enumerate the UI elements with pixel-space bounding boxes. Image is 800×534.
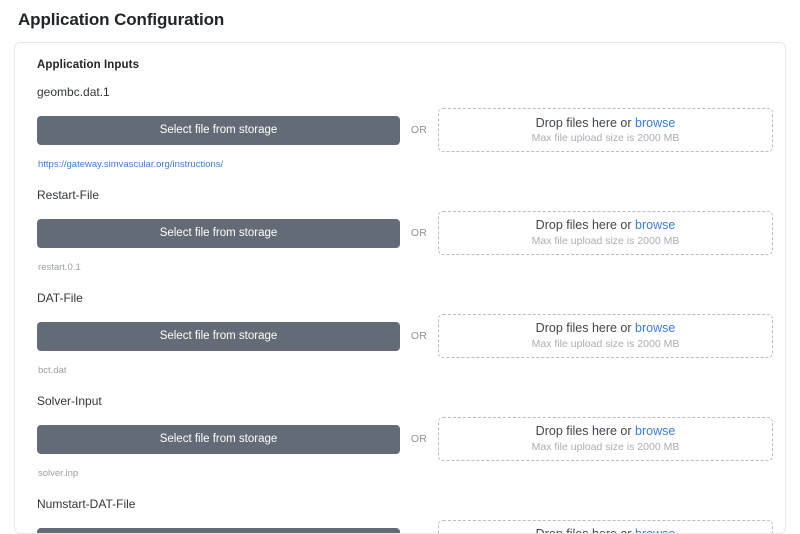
file-input-controls: Select file from storage OR Drop files h… — [37, 108, 773, 153]
browse-link[interactable]: browse — [635, 424, 675, 438]
dropzone-max-size-label: Max file upload size is 2000 MB — [531, 235, 680, 248]
dropzone-max-size-label: Max file upload size is 2000 MB — [531, 132, 680, 145]
section-title-application-inputs: Application Inputs — [37, 58, 140, 71]
dropzone-max-size-label: Max file upload size is 2000 MB — [531, 440, 680, 453]
dropzone-primary-text: Drop files here or browse — [536, 116, 676, 132]
file-input-controls: Select file from storage OR Drop files h… — [37, 211, 773, 256]
file-dropzone[interactable]: Drop files here or browse Max file uploa… — [438, 314, 773, 359]
dropzone-prefix-label: Drop files here or — [535, 424, 636, 439]
select-file-from-storage-button[interactable]: Select file from storage — [37, 218, 400, 248]
file-input-label: Solver-Input — [37, 393, 102, 408]
application-configuration-page: Application Configuration Application In… — [0, 0, 800, 534]
browse-link[interactable]: browse — [635, 321, 675, 335]
file-input-label: Numstart-DAT-File — [37, 496, 136, 511]
select-file-from-storage-button[interactable]: Select file from storage — [37, 527, 400, 533]
browse-link[interactable]: browse — [635, 218, 675, 232]
file-input-label: geombc.dat.1 — [37, 84, 110, 99]
dropzone-prefix-label: Drop files here or — [535, 218, 636, 233]
dropzone-primary-text: Drop files here or browse — [536, 424, 676, 440]
dropzone-prefix-label: Drop files here or — [536, 527, 635, 533]
dropzone-primary-text: Drop files here or browse — [536, 527, 676, 533]
or-separator-label: OR — [410, 124, 428, 137]
application-inputs-list: geombc.dat.1 Select file from storage OR… — [27, 85, 773, 533]
page-title: Application Configuration — [18, 10, 225, 29]
select-file-button-label: Select file from storage — [159, 330, 278, 343]
file-input-group-2: DAT-File Select file from storage OR Dro… — [37, 291, 773, 378]
file-input-controls: Select file from storage OR Drop files h… — [37, 417, 773, 462]
dropzone-primary-text: Drop files here or browse — [536, 321, 676, 337]
or-separator-label: OR — [410, 227, 428, 240]
file-input-helper-text: solver.inp — [38, 468, 79, 480]
select-file-from-storage-button[interactable]: Select file from storage — [37, 321, 400, 351]
or-separator-label: OR — [410, 330, 428, 343]
select-file-button-label: Select file from storage — [159, 124, 278, 137]
file-dropzone[interactable]: Drop files here or browse Max file uploa… — [438, 417, 773, 462]
file-input-label: Restart-File — [37, 187, 100, 202]
dropzone-prefix-label: Drop files here or — [535, 321, 636, 336]
dropzone-max-size-label: Max file upload size is 2000 MB — [531, 338, 680, 351]
select-file-button-label: Select file from storage — [159, 227, 278, 240]
file-input-group-1: Restart-File Select file from storage OR… — [37, 188, 773, 275]
file-input-controls: Select file from storage OR Drop files h… — [37, 314, 773, 359]
file-input-group-0: geombc.dat.1 Select file from storage OR… — [37, 85, 773, 172]
dropzone-prefix-label: Drop files here or — [535, 115, 636, 130]
file-dropzone[interactable]: Drop files here or browse Max file uploa… — [438, 520, 773, 533]
file-input-group-3: Solver-Input Select file from storage OR… — [37, 394, 773, 481]
or-separator-label: OR — [410, 433, 428, 446]
browse-link[interactable]: browse — [635, 116, 675, 130]
dropzone-primary-text: Drop files here or browse — [536, 218, 676, 234]
select-file-from-storage-button[interactable]: Select file from storage — [37, 115, 400, 145]
file-input-helper-link[interactable]: https://gateway.simvascular.org/instruct… — [38, 159, 773, 171]
file-input-label: DAT-File — [37, 290, 83, 305]
file-dropzone[interactable]: Drop files here or browse Max file uploa… — [438, 211, 773, 256]
browse-link[interactable]: browse — [635, 527, 675, 533]
application-inputs-card: Application Inputs geombc.dat.1 Select f… — [14, 41, 786, 534]
file-input-group-4: Numstart-DAT-File Select file from stora… — [37, 496, 773, 533]
file-input-helper-text: restart.0.1 — [38, 262, 81, 274]
file-input-helper-text: bct.dat — [38, 365, 67, 377]
file-input-controls: Select file from storage OR Drop files h… — [37, 520, 773, 533]
select-file-button-label: Select file from storage — [159, 433, 278, 446]
file-dropzone[interactable]: Drop files here or browse Max file uploa… — [438, 108, 773, 153]
select-file-from-storage-button[interactable]: Select file from storage — [37, 424, 400, 454]
